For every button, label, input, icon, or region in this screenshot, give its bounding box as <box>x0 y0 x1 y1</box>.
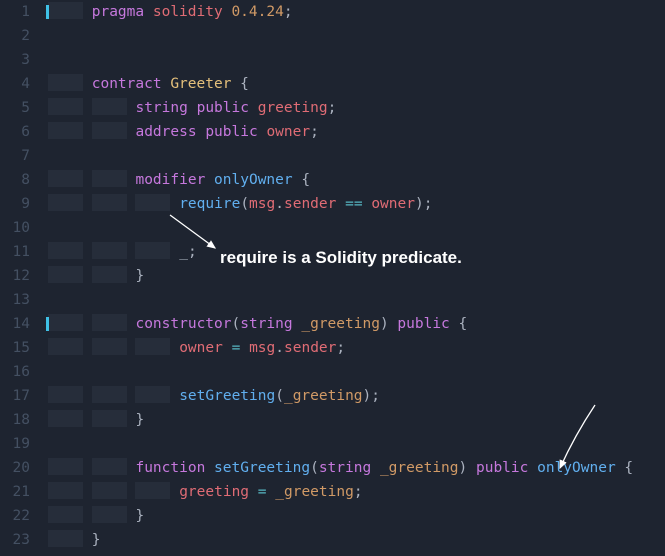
code-line[interactable]: string public greeting; <box>48 96 665 120</box>
code-line[interactable]: pragma solidity 0.4.24; <box>48 0 665 24</box>
code-line[interactable] <box>48 24 665 48</box>
line-number: 13 <box>0 288 30 312</box>
change-marker <box>46 317 49 331</box>
line-number: 17 <box>0 384 30 408</box>
line-number: 8 <box>0 168 30 192</box>
line-number: 19 <box>0 432 30 456</box>
line-number: 1 <box>0 0 30 24</box>
code-line[interactable] <box>48 432 665 456</box>
line-number: 4 <box>0 72 30 96</box>
code-line[interactable] <box>48 216 665 240</box>
line-number: 15 <box>0 336 30 360</box>
code-line[interactable]: owner = msg.sender; <box>48 336 665 360</box>
code-line[interactable]: } <box>48 528 665 552</box>
code-line[interactable]: contract Greeter { <box>48 72 665 96</box>
code-line[interactable]: function setGreeting(string _greeting) p… <box>48 456 665 480</box>
code-line[interactable]: require(msg.sender == owner); <box>48 192 665 216</box>
code-area[interactable]: pragma solidity 0.4.24; contract Greeter… <box>44 0 665 552</box>
code-line[interactable]: setGreeting(_greeting); <box>48 384 665 408</box>
line-number: 12 <box>0 264 30 288</box>
code-editor[interactable]: 1 2 3 4 5 6 7 8 9 10 11 12 13 14 15 16 1… <box>0 0 665 552</box>
line-number: 7 <box>0 144 30 168</box>
line-number: 23 <box>0 528 30 552</box>
code-line[interactable]: } <box>48 264 665 288</box>
line-number: 11 <box>0 240 30 264</box>
code-line[interactable] <box>48 288 665 312</box>
line-number: 3 <box>0 48 30 72</box>
code-line[interactable]: constructor(string _greeting) public { <box>48 312 665 336</box>
line-number-gutter: 1 2 3 4 5 6 7 8 9 10 11 12 13 14 15 16 1… <box>0 0 44 552</box>
line-number: 2 <box>0 24 30 48</box>
line-number: 18 <box>0 408 30 432</box>
line-number: 16 <box>0 360 30 384</box>
line-number: 9 <box>0 192 30 216</box>
line-number: 22 <box>0 504 30 528</box>
line-number: 14 <box>0 312 30 336</box>
code-line[interactable] <box>48 48 665 72</box>
code-line[interactable]: modifier onlyOwner { <box>48 168 665 192</box>
line-number: 21 <box>0 480 30 504</box>
change-marker <box>46 5 49 19</box>
code-line[interactable]: address public owner; <box>48 120 665 144</box>
line-number: 20 <box>0 456 30 480</box>
code-line[interactable]: } <box>48 408 665 432</box>
code-line[interactable] <box>48 360 665 384</box>
code-line[interactable]: _; <box>48 240 665 264</box>
line-number: 10 <box>0 216 30 240</box>
line-number: 6 <box>0 120 30 144</box>
line-number: 5 <box>0 96 30 120</box>
code-line[interactable]: greeting = _greeting; <box>48 480 665 504</box>
code-line[interactable]: } <box>48 504 665 528</box>
code-line[interactable] <box>48 144 665 168</box>
